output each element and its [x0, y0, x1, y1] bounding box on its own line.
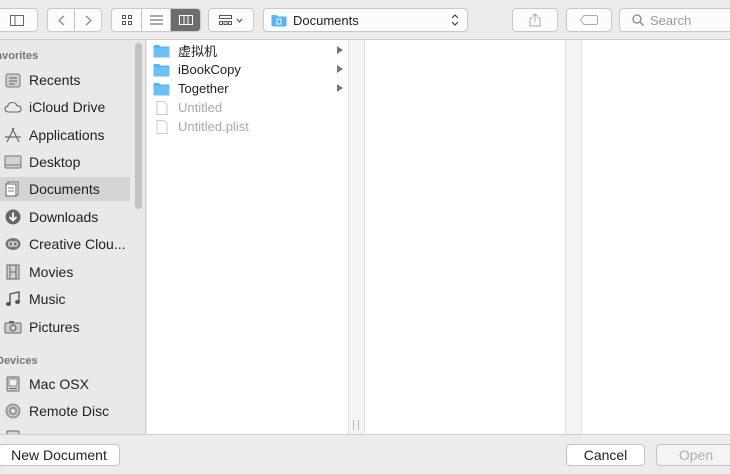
column-divider [566, 40, 581, 434]
sidebar-item-applications[interactable]: Applications [0, 123, 130, 147]
share-button[interactable] [512, 8, 558, 32]
list-view-button[interactable] [141, 9, 170, 31]
chevron-left-icon [57, 15, 65, 25]
sidebar-item-recents[interactable]: Recents [0, 68, 130, 92]
document-file-icon [156, 100, 168, 115]
sidebar-item-documents[interactable]: Documents [0, 177, 130, 201]
item-label: iBookCopy [178, 62, 241, 77]
sidebar-item-label: Pictures [29, 319, 80, 335]
sidebar-item-icloud-drive[interactable]: iCloud Drive [0, 95, 130, 119]
documents-icon [4, 180, 22, 198]
folder-icon [153, 82, 170, 95]
pictures-icon [4, 318, 22, 336]
disclosure-arrow-icon [337, 46, 343, 54]
downloads-icon [4, 208, 22, 226]
folder-icon [153, 63, 170, 76]
open-button[interactable]: Open [656, 444, 730, 466]
list-item-folder[interactable]: Together [153, 79, 347, 98]
sidebar-icon [10, 14, 24, 26]
new-document-button[interactable]: New Document [0, 444, 120, 466]
remote-disc-icon [4, 402, 22, 420]
item-label: Together [178, 81, 229, 96]
chevron-right-icon [85, 15, 92, 25]
creative-cloud-icon [4, 235, 22, 253]
group-grid-icon [219, 15, 232, 25]
devices-heading: Devices [0, 355, 38, 367]
up-down-arrows-icon [451, 14, 459, 26]
sidebar-item-label: Recents [29, 72, 81, 88]
sidebar-item-label: Downloads [29, 209, 99, 225]
disclosure-arrow-icon [337, 65, 343, 73]
sidebar-item-label: iCloud Drive [29, 99, 106, 115]
sidebar-item-label: Documents [29, 181, 100, 197]
search-placeholder: Search [650, 12, 692, 28]
applications-icon [4, 126, 22, 144]
list-item-folder[interactable]: iBookCopy [153, 60, 347, 79]
item-label: Untitled [178, 100, 223, 115]
sidebar-item-label: Desktop [29, 154, 81, 170]
documents-folder-icon [271, 14, 287, 26]
tag-button[interactable] [566, 8, 612, 32]
sidebar-item-label: Music [29, 291, 66, 307]
column-divider [349, 40, 364, 434]
item-label: Untitled.plist [178, 119, 249, 134]
search-icon [632, 14, 644, 26]
icon-grid-icon [121, 15, 132, 25]
back-button[interactable] [48, 9, 74, 31]
back-forward-control [47, 8, 102, 32]
sidebar-item-movies[interactable]: Movies [0, 260, 130, 284]
group-by-button[interactable] [208, 8, 254, 32]
movies-icon [4, 263, 22, 281]
sidebar-item-desktop[interactable]: Desktop [0, 150, 130, 174]
sidebar-item-label: Applications [29, 127, 105, 143]
column-view-button[interactable] [170, 9, 200, 31]
sidebar-item-downloads[interactable]: Downloads [0, 205, 130, 229]
sidebar-toggle-button[interactable] [0, 8, 38, 32]
search-field[interactable]: Search [619, 8, 730, 32]
sidebar-item-mac-osx[interactable]: Mac OSX [0, 372, 130, 396]
sidebar: avorites Recents iCloud Drive Applicatio… [0, 40, 146, 434]
sidebar-item-pictures[interactable]: Pictures [0, 315, 130, 339]
recents-icon [4, 71, 22, 89]
folder-icon [153, 44, 170, 57]
forward-button[interactable] [74, 9, 101, 31]
sidebar-item-label: Remote Disc [29, 403, 110, 419]
sidebar-item-label: Mac OSX [29, 376, 89, 392]
list-item-file[interactable]: Untitled [153, 98, 347, 117]
bottom-bar: New Document Cancel Open [0, 434, 730, 474]
cancel-button[interactable]: Cancel [566, 444, 645, 466]
favorites-heading: avorites [0, 50, 39, 62]
desktop-icon [4, 153, 22, 171]
sidebar-item-music[interactable]: Music [0, 287, 130, 311]
sidebar-item-label: Creative Clou... [29, 236, 126, 252]
sidebar-item-remote-disc[interactable]: Remote Disc [0, 399, 130, 423]
columns-icon [178, 15, 193, 25]
tag-icon [580, 15, 598, 25]
list-icon [149, 15, 163, 25]
view-mode-control [111, 8, 201, 32]
item-label: 虚拟机 [178, 44, 218, 59]
sidebar-scrollbar[interactable] [135, 43, 142, 209]
toolbar: Documents Search [0, 0, 730, 40]
location-popup[interactable]: Documents [263, 8, 468, 32]
list-item-folder[interactable]: 虚拟机 [153, 41, 347, 60]
music-icon [4, 290, 22, 308]
document-file-icon [156, 119, 168, 134]
location-label: Documents [293, 12, 359, 28]
browser-column-preview [581, 40, 730, 434]
cloud-icon [4, 98, 22, 116]
chevron-down-icon [236, 18, 243, 23]
sidebar-item-creative-cloud[interactable]: Creative Clou... [0, 232, 130, 256]
sidebar-item-partial[interactable] [0, 426, 130, 434]
share-icon [529, 13, 541, 27]
browser-column-empty [364, 40, 566, 434]
list-item-file[interactable]: Untitled.plist [153, 117, 347, 136]
hard-disk-icon [4, 375, 22, 393]
icon-view-button[interactable] [112, 9, 141, 31]
sidebar-item-label: Movies [29, 264, 74, 280]
disclosure-arrow-icon [337, 84, 343, 92]
column-resize-handle[interactable] [353, 420, 359, 430]
browser-column-documents: 虚拟机 iBookCopy Together Untitled Untitled… [147, 40, 349, 434]
